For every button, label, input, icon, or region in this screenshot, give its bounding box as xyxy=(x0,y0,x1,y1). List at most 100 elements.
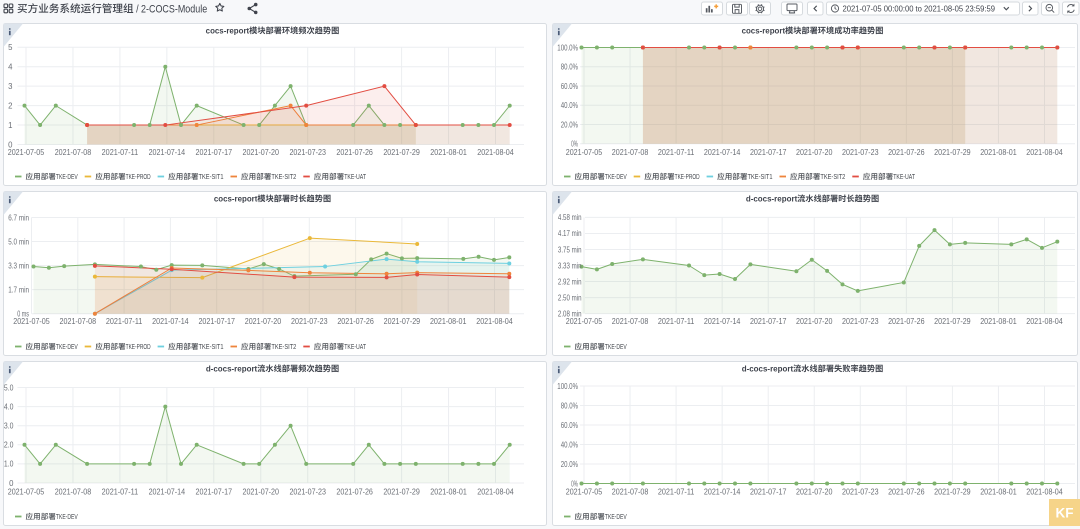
svg-text:d-cocs-report: d-cocs-report xyxy=(206,364,258,373)
svg-text:2021-07-17: 2021-07-17 xyxy=(750,487,787,496)
svg-text:2021-08-04: 2021-08-04 xyxy=(1026,317,1063,326)
svg-text:2021-07-26: 2021-07-26 xyxy=(336,148,373,157)
svg-text:2.0: 2.0 xyxy=(4,441,14,450)
svg-text:2021-07-08: 2021-07-08 xyxy=(612,148,649,157)
svg-text:TKE-DEV: TKE-DEV xyxy=(605,172,627,181)
svg-text:40.0%: 40.0% xyxy=(561,101,578,110)
svg-text:60.0%: 60.0% xyxy=(561,421,578,430)
svg-text:TKE-UAT: TKE-UAT xyxy=(893,172,915,181)
svg-text:2021-07-20: 2021-07-20 xyxy=(796,487,833,496)
svg-text:3: 3 xyxy=(8,82,12,91)
svg-text:2021-07-20: 2021-07-20 xyxy=(243,148,280,157)
svg-text:2021-07-29: 2021-07-29 xyxy=(383,487,420,496)
svg-text:2021-07-23: 2021-07-23 xyxy=(289,148,326,157)
svg-text:2021-07-17: 2021-07-17 xyxy=(196,487,233,496)
svg-text:2021-07-11: 2021-07-11 xyxy=(102,148,139,157)
svg-text:2021-07-05 00:00:00 to 2021-08: 2021-07-05 00:00:00 to 2021-08-05 23:59:… xyxy=(843,4,996,13)
svg-text:5.0: 5.0 xyxy=(4,383,14,392)
svg-text:2021-07-05: 2021-07-05 xyxy=(566,148,603,157)
svg-text:2021-07-14: 2021-07-14 xyxy=(704,148,741,157)
svg-text:2021-08-01: 2021-08-01 xyxy=(980,317,1017,326)
svg-text:2021-07-11: 2021-07-11 xyxy=(658,148,695,157)
svg-text:TKE-PROD: TKE-PROD xyxy=(126,172,151,181)
svg-text:2021-07-23: 2021-07-23 xyxy=(842,487,879,496)
svg-text:4.17 min: 4.17 min xyxy=(558,229,582,238)
svg-text:TKE-SIT2: TKE-SIT2 xyxy=(271,172,296,181)
svg-text:TKE-DEV: TKE-DEV xyxy=(56,342,78,351)
svg-text:TKE-SIT2: TKE-SIT2 xyxy=(271,342,296,351)
svg-text:2021-08-01: 2021-08-01 xyxy=(980,487,1017,496)
svg-text:/ 2-COCS-Module: / 2-COCS-Module xyxy=(134,3,208,15)
svg-text:2021-07-20: 2021-07-20 xyxy=(245,317,282,326)
svg-text:2021-08-04: 2021-08-04 xyxy=(477,487,514,496)
svg-text:2021-07-20: 2021-07-20 xyxy=(243,487,280,496)
svg-text:TKE-UAT: TKE-UAT xyxy=(344,342,366,351)
svg-text:2021-07-20: 2021-07-20 xyxy=(796,148,833,157)
svg-text:6.7 min: 6.7 min xyxy=(8,213,29,222)
svg-text:2021-07-23: 2021-07-23 xyxy=(842,317,879,326)
svg-text:2021-07-08: 2021-07-08 xyxy=(60,317,97,326)
svg-text:4.58 min: 4.58 min xyxy=(558,213,582,222)
svg-text:3.0: 3.0 xyxy=(4,421,14,430)
svg-text:2021-08-01: 2021-08-01 xyxy=(980,148,1017,157)
svg-text:2021-07-05: 2021-07-05 xyxy=(566,317,603,326)
svg-text:2021-07-26: 2021-07-26 xyxy=(888,148,925,157)
svg-text:TKE-SIT1: TKE-SIT1 xyxy=(199,172,224,181)
svg-text:1.0: 1.0 xyxy=(4,460,14,469)
svg-text:60.0%: 60.0% xyxy=(561,82,578,91)
svg-text:cocs-report: cocs-report xyxy=(742,26,786,35)
svg-text:TKE-PROD: TKE-PROD xyxy=(675,172,700,181)
svg-text:2021-07-08: 2021-07-08 xyxy=(612,487,649,496)
svg-text:2021-07-29: 2021-07-29 xyxy=(934,148,971,157)
svg-text:2021-07-26: 2021-07-26 xyxy=(337,317,374,326)
svg-text:4: 4 xyxy=(8,63,13,72)
svg-text:2021-07-26: 2021-07-26 xyxy=(336,487,373,496)
svg-text:2021-07-29: 2021-07-29 xyxy=(934,487,971,496)
svg-text:2021-07-11: 2021-07-11 xyxy=(102,487,139,496)
svg-text:20.0%: 20.0% xyxy=(561,120,578,129)
svg-text:2021-08-01: 2021-08-01 xyxy=(430,317,467,326)
svg-text:2.92 min: 2.92 min xyxy=(558,277,582,286)
svg-text:2021-07-17: 2021-07-17 xyxy=(750,148,787,157)
svg-text:1.7 min: 1.7 min xyxy=(8,285,29,294)
svg-text:TKE-PROD: TKE-PROD xyxy=(126,342,151,351)
svg-text:2021-08-04: 2021-08-04 xyxy=(1026,148,1063,157)
svg-text:3.75 min: 3.75 min xyxy=(558,245,582,254)
svg-text:2021-08-04: 2021-08-04 xyxy=(477,148,514,157)
svg-text:4.0: 4.0 xyxy=(4,402,14,411)
svg-text:2021-07-11: 2021-07-11 xyxy=(658,317,695,326)
svg-text:2021-08-01: 2021-08-01 xyxy=(430,487,467,496)
svg-text:TKE-DEV: TKE-DEV xyxy=(605,512,627,521)
svg-text:KF: KF xyxy=(1056,505,1074,520)
svg-text:2021-08-01: 2021-08-01 xyxy=(430,148,467,157)
svg-text:2021-07-05: 2021-07-05 xyxy=(566,487,603,496)
svg-text:100.0%: 100.0% xyxy=(557,43,578,52)
svg-text:2021-07-29: 2021-07-29 xyxy=(383,148,420,157)
svg-text:2021-07-17: 2021-07-17 xyxy=(196,148,233,157)
svg-text:1: 1 xyxy=(8,121,12,130)
svg-text:2021-07-23: 2021-07-23 xyxy=(291,317,328,326)
svg-text:TKE-SIT1: TKE-SIT1 xyxy=(199,342,224,351)
svg-text:5: 5 xyxy=(8,43,13,52)
svg-text:20.0%: 20.0% xyxy=(561,460,578,469)
svg-text:80.0%: 80.0% xyxy=(561,63,578,72)
svg-text:80.0%: 80.0% xyxy=(561,401,578,410)
svg-text:2021-07-14: 2021-07-14 xyxy=(149,148,186,157)
svg-text:2021-07-14: 2021-07-14 xyxy=(152,317,189,326)
svg-text:TKE-DEV: TKE-DEV xyxy=(56,172,78,181)
svg-text:TKE-SIT2: TKE-SIT2 xyxy=(820,172,845,181)
svg-text:100.0%: 100.0% xyxy=(557,382,578,391)
svg-text:TKE-UAT: TKE-UAT xyxy=(344,172,366,181)
svg-text:2021-07-08: 2021-07-08 xyxy=(612,317,649,326)
svg-text:2021-07-05: 2021-07-05 xyxy=(13,317,50,326)
svg-text:d-cocs-report: d-cocs-report xyxy=(746,194,798,203)
svg-text:2021-07-17: 2021-07-17 xyxy=(750,317,787,326)
svg-text:5.0 min: 5.0 min xyxy=(8,237,29,246)
svg-text:2021-07-17: 2021-07-17 xyxy=(198,317,235,326)
svg-text:cocs-report: cocs-report xyxy=(214,194,258,203)
svg-text:40.0%: 40.0% xyxy=(561,440,578,449)
svg-text:cocs-report: cocs-report xyxy=(206,26,250,35)
svg-text:3.33 min: 3.33 min xyxy=(558,261,582,270)
svg-text:2.50 min: 2.50 min xyxy=(558,293,582,302)
svg-text:2021-07-14: 2021-07-14 xyxy=(149,487,186,496)
